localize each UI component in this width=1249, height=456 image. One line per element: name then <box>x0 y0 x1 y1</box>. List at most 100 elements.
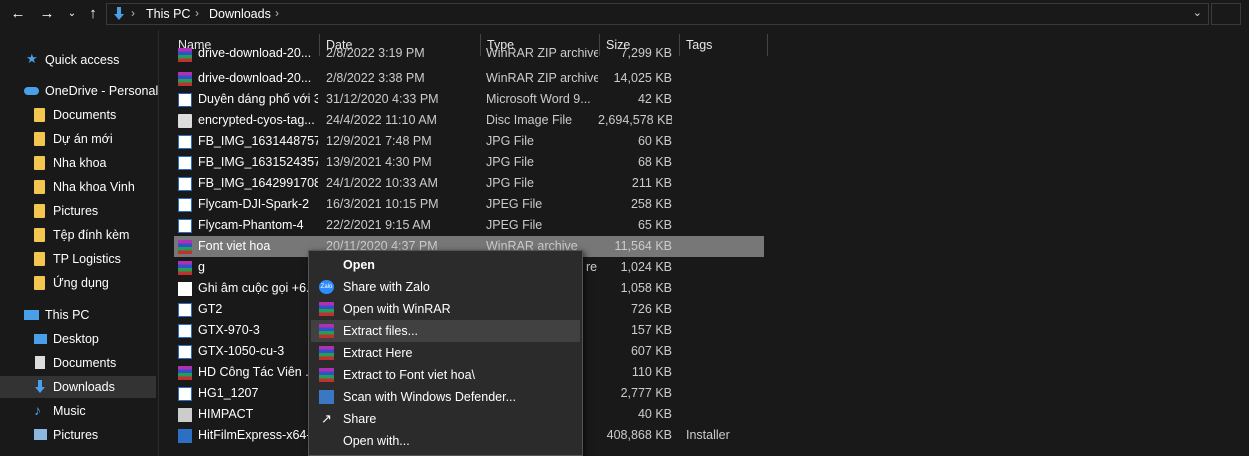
file-row[interactable]: Flycam-DJI-Spark-2 16/3/2021 10:15 PM JP… <box>174 194 764 215</box>
menu-label: Open <box>343 258 375 272</box>
recent-locations-button[interactable]: ⌄ <box>62 4 82 24</box>
file-name: Flycam-DJI-Spark-2 <box>198 197 310 211</box>
nav-music[interactable]: ♪ Music <box>0 400 156 422</box>
nav-label: Documents <box>53 356 117 370</box>
file-name: drive-download-20... <box>198 71 312 85</box>
menu-item-extract-files[interactable]: Extract files... <box>311 320 580 342</box>
nav-nha-khoa-vinh[interactable]: Nha khoa Vinh <box>0 176 156 198</box>
file-row[interactable]: FB_IMG_1642991708... 24/1/2022 10:33 AM … <box>174 173 764 194</box>
file-name: Ghi âm cuộc gọi +6... <box>198 281 317 295</box>
breadcrumb-chevron-icon: › <box>131 6 135 20</box>
nav-tp-logistics[interactable]: TP Logistics <box>0 248 156 270</box>
nav-pictures-onedrive[interactable]: Pictures <box>0 200 156 222</box>
file-type: Disc Image File <box>486 113 573 127</box>
menu-item-open-with-winrar[interactable]: Open with WinRAR <box>311 298 580 320</box>
nav-quick-access[interactable]: ★ Quick access <box>0 49 156 71</box>
nav-ung-dung[interactable]: Ứng dụng <box>0 272 156 294</box>
navigation-pane: ★ Quick access OneDrive - Personal Docum… <box>0 30 158 456</box>
file-name: GTX-1050-cu-3 <box>198 344 285 358</box>
share-icon: ↗ <box>321 411 332 426</box>
file-size: 60 KB <box>637 134 672 148</box>
breadcrumb-this-pc[interactable]: This PC <box>146 7 190 21</box>
file-name: Flycam-Phantom-4 <box>198 218 304 232</box>
arrow-right-icon: → <box>39 5 55 22</box>
image-file-icon <box>178 324 192 338</box>
menu-item-extract-to-folder[interactable]: Extract to Font viet hoa\ <box>311 364 580 386</box>
file-size: 1,058 KB <box>620 281 672 295</box>
file-row[interactable]: drive-download-20... 2/8/2022 3:19 PM Wi… <box>174 48 764 65</box>
menu-item-share[interactable]: ↗ Share <box>311 408 580 430</box>
menu-item-extract-here[interactable]: Extract Here <box>311 342 580 364</box>
nav-label: Tệp đính kèm <box>53 228 130 242</box>
file-name: GT2 <box>198 302 223 316</box>
image-file-icon <box>178 387 192 401</box>
back-button[interactable]: ← <box>8 4 28 24</box>
nav-documents-onedrive[interactable]: Documents <box>0 104 156 126</box>
nav-documents[interactable]: Documents <box>0 352 156 374</box>
refresh-button[interactable] <box>1211 3 1241 25</box>
menu-label: Extract files... <box>343 324 419 338</box>
menu-item-share-with-zalo[interactable]: Zalo Share with Zalo <box>311 276 580 298</box>
file-size: 726 KB <box>630 302 672 316</box>
breadcrumb-chevron-icon: › <box>275 6 279 20</box>
file-tags: Installer <box>686 428 730 442</box>
file-name: FB_IMG_1631448757... <box>198 134 318 148</box>
winrar-icon <box>178 366 192 380</box>
column-divider[interactable] <box>767 34 768 56</box>
menu-item-scan-defender[interactable]: Scan with Windows Defender... <box>311 386 580 408</box>
file-type: JPEG File <box>486 197 543 211</box>
menu-item-open-with[interactable]: Open with... <box>311 430 580 452</box>
nav-onedrive[interactable]: OneDrive - Personal <box>0 80 159 102</box>
file-name: g <box>198 260 205 274</box>
up-button[interactable]: ↑ <box>83 4 103 24</box>
file-row[interactable]: Duyên dáng phố với 3... 31/12/2020 4:33 … <box>174 89 764 110</box>
file-row[interactable]: FB_IMG_1631524357... 13/9/2021 4:30 PM J… <box>174 152 764 173</box>
file-type: JPG File <box>486 134 534 148</box>
menu-item-open[interactable]: Open <box>311 254 580 276</box>
file-size: 211 KB <box>631 176 672 190</box>
file-type: WinRAR ZIP archive <box>486 71 598 85</box>
computer-icon <box>24 310 39 320</box>
nav-this-pc[interactable]: This PC <box>0 304 156 326</box>
cloud-icon <box>24 87 39 95</box>
nav-downloads[interactable]: Downloads <box>0 376 156 398</box>
nav-label: Nha khoa <box>53 156 107 170</box>
nav-tep-dinh-kem[interactable]: Tệp đính kèm <box>0 224 156 246</box>
nav-nha-khoa[interactable]: Nha khoa <box>0 152 156 174</box>
download-icon <box>35 380 45 393</box>
menu-label: Share <box>343 412 377 426</box>
file-row[interactable]: encrypted-cyos-tag... 24/4/2022 11:10 AM… <box>174 110 764 131</box>
folder-icon <box>34 156 45 170</box>
image-file-icon <box>178 345 192 359</box>
forward-button[interactable]: → <box>37 4 57 24</box>
arrow-up-icon: ↑ <box>89 5 97 22</box>
nav-label: Documents <box>53 108 117 122</box>
nav-label: OneDrive - Personal <box>45 84 159 98</box>
pictures-icon <box>34 429 47 440</box>
folder-icon <box>34 276 45 290</box>
file-date: 24/4/2022 11:10 AM <box>326 113 437 127</box>
file-date: 22/2/2021 9:15 AM <box>326 218 431 232</box>
file-row[interactable]: Flycam-Phantom-4 22/2/2021 9:15 AM JPEG … <box>174 215 764 236</box>
image-file-icon <box>178 156 192 170</box>
winrar-icon <box>319 368 334 382</box>
file-name: Font viet hoa <box>198 239 271 253</box>
nav-du-an-moi[interactable]: Dự án mới <box>0 128 156 150</box>
address-bar[interactable]: › This PC › Downloads › ⌄ <box>106 3 1209 25</box>
file-name: encrypted-cyos-tag... <box>198 113 315 127</box>
menu-label: Open with... <box>343 434 410 448</box>
winrar-icon <box>178 240 192 254</box>
file-size: 11,564 KB <box>614 239 672 253</box>
nav-pictures[interactable]: Pictures <box>0 424 156 446</box>
file-date: 16/3/2021 10:15 PM <box>326 197 439 211</box>
pane-divider[interactable] <box>158 30 159 456</box>
image-file-icon <box>178 219 192 233</box>
address-dropdown-icon[interactable]: ⌄ <box>1193 6 1202 19</box>
nav-label: Quick access <box>45 53 120 67</box>
file-name: GTX-970-3 <box>198 323 260 337</box>
file-row[interactable]: FB_IMG_1631448757... 12/9/2021 7:48 PM J… <box>174 131 764 152</box>
breadcrumb-downloads[interactable]: Downloads <box>209 7 271 21</box>
file-size: 607 KB <box>630 344 672 358</box>
nav-desktop[interactable]: Desktop <box>0 328 156 350</box>
file-row[interactable]: drive-download-20... 2/8/2022 3:38 PM Wi… <box>174 68 764 89</box>
